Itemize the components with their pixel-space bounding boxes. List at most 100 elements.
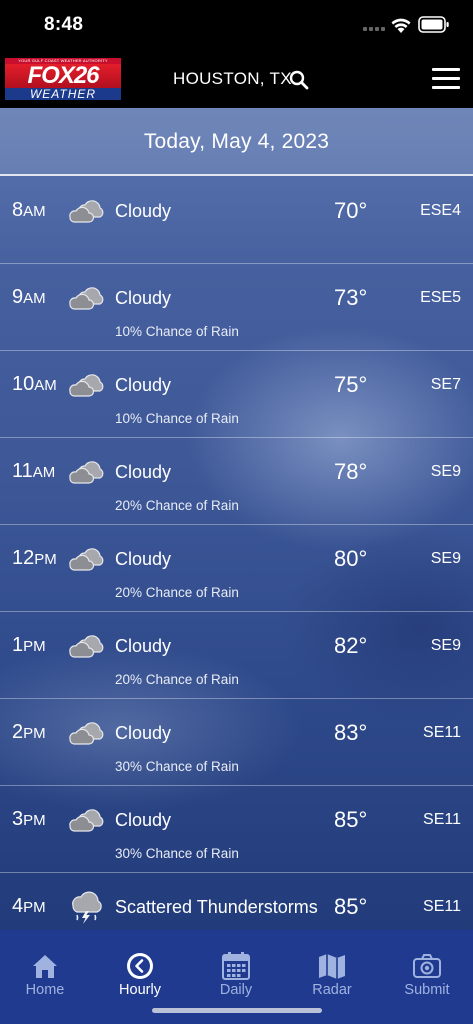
hour-number: 11 [12,460,33,482]
hour-label: 10AM [12,373,57,396]
condition-label: Cloudy [115,723,172,743]
condition-label: Cloudy [115,636,172,656]
wind: SE7 [430,376,461,393]
temperature: 85° [334,807,368,832]
cloudy-icon [68,284,104,315]
hourly-row[interactable]: 8AM Cloudy 70° ESE4 [0,177,473,264]
hour-number: 2 [12,721,24,743]
temperature: 78° [334,459,368,484]
hourly-row[interactable]: 10AM Cloudy 10% Chance of Rain 75° SE7 [0,351,473,438]
logo-main: FOX26 [5,64,121,88]
temperature: 82° [334,633,368,658]
date-label: Today, May 4, 2023 [143,130,330,153]
temperature: 83° [334,720,368,745]
rain-chance: 20% Chance of Rain [115,498,239,513]
wind: SE9 [430,550,461,567]
cloudy-icon [68,371,104,402]
temperature: 70° [334,198,368,223]
temperature: 80° [334,546,368,571]
hour-number: 12 [12,547,35,569]
tab-label: Daily [219,982,253,998]
hourly-row[interactable]: 2PM Cloudy 30% Chance of Rain 83° SE11 [0,699,473,786]
hourly-row[interactable]: 11AM Cloudy 20% Chance of Rain 78° SE9 [0,438,473,525]
hourly-row[interactable]: 3PM Cloudy 30% Chance of Rain 85° SE11 [0,786,473,873]
location-label[interactable]: HOUSTON, TX [173,69,292,89]
wind: SE9 [430,637,461,654]
rain-chance: 30% Chance of Rain [115,759,239,774]
hour-period: AM [32,464,56,481]
cloudy-icon [68,545,104,576]
battery-icon [418,16,449,33]
condition-label: Scattered Thunderstorms [115,897,318,917]
logo-sub: WEATHER [5,88,121,100]
map-icon [319,954,345,979]
hour-period: PM [23,899,46,916]
temperature: 73° [334,285,368,310]
wind: ESE5 [420,289,461,306]
hour-period: PM [23,812,46,829]
top-bar: 8:48 YOUR GULF COAST WEATHER AUTHORITY F… [0,0,473,108]
cellular-signal-icon [363,27,385,31]
app-header: YOUR GULF COAST WEATHER AUTHORITY FOX26 … [0,50,473,108]
condition-label: Cloudy [115,462,172,482]
condition-label: Cloudy [115,288,172,308]
hourly-row[interactable]: 1PM Cloudy 20% Chance of Rain 82° SE9 [0,612,473,699]
hour-number: 8 [12,199,24,221]
tab-radar[interactable]: Radar [292,930,372,1010]
condition-label: Cloudy [115,201,172,221]
thunderstorm-icon [68,890,104,929]
tab-label: Home [25,982,65,998]
calendar-icon [222,952,250,980]
condition-label: Cloudy [115,375,172,395]
hourly-row[interactable]: 4PMScattered Thunderstorms30% Chance of … [0,873,473,930]
hour-period: PM [23,638,46,655]
search-icon[interactable] [289,70,309,90]
hourly-forecast[interactable]: Today, May 4, 2023 8AM Cloudy 70° ESE4 9AM Cl… [0,108,473,930]
wind: SE11 [423,811,461,828]
tab-submit[interactable]: Submit [387,930,467,1010]
rain-chance: 30% Chance of Rain [115,846,239,861]
menu-button[interactable] [432,68,462,90]
condition-label: Cloudy [115,549,172,569]
hour-label: 8AM [12,199,46,222]
hour-period: PM [23,725,46,742]
hour-number: 9 [12,286,24,308]
hour-number: 4 [12,895,24,917]
clock-icon [127,953,153,979]
tab-daily[interactable]: Daily [196,930,276,1010]
wind: SE11 [423,898,461,915]
temperature: 75° [334,372,368,397]
cloudy-icon [68,806,104,837]
cloudy-icon [68,719,104,750]
hourly-row[interactable]: 12PM Cloudy 20% Chance of Rain 80° SE9 [0,525,473,612]
rain-chance: 20% Chance of Rain [115,585,239,600]
cloudy-icon [68,458,104,489]
hour-number: 1 [12,634,24,656]
cloudy-icon [68,197,104,228]
tab-label: Hourly [119,982,161,998]
hour-label: 4PM [12,895,46,918]
hour-period: AM [23,290,46,307]
tab-label: Submit [404,982,450,998]
wind: SE9 [430,463,461,480]
tab-hourly[interactable]: Hourly [100,930,180,1010]
hour-label: 3PM [12,808,46,831]
condition-label: Cloudy [115,810,172,830]
hour-label: 9AM [12,286,46,309]
wind: SE11 [423,724,461,741]
fox26-weather-logo[interactable]: YOUR GULF COAST WEATHER AUTHORITY FOX26 … [5,58,121,100]
hour-period: AM [34,377,57,394]
tab-label: Radar [312,982,352,998]
hour-label: 12PM [12,547,57,570]
hour-label: 1PM [12,634,46,657]
hour-number: 3 [12,808,24,830]
hour-label: 2PM [12,721,46,744]
hour-label: 11AM [12,460,55,483]
hourly-row[interactable]: 9AM Cloudy 10% Chance of Rain 73° ESE5 [0,264,473,351]
status-time: 8:48 [44,14,84,35]
tab-home[interactable]: Home [5,930,85,1010]
status-bar: 8:48 [0,0,473,50]
rain-chance: 10% Chance of Rain [115,411,239,426]
temperature: 85° [334,894,368,919]
rain-chance: 10% Chance of Rain [115,324,239,339]
